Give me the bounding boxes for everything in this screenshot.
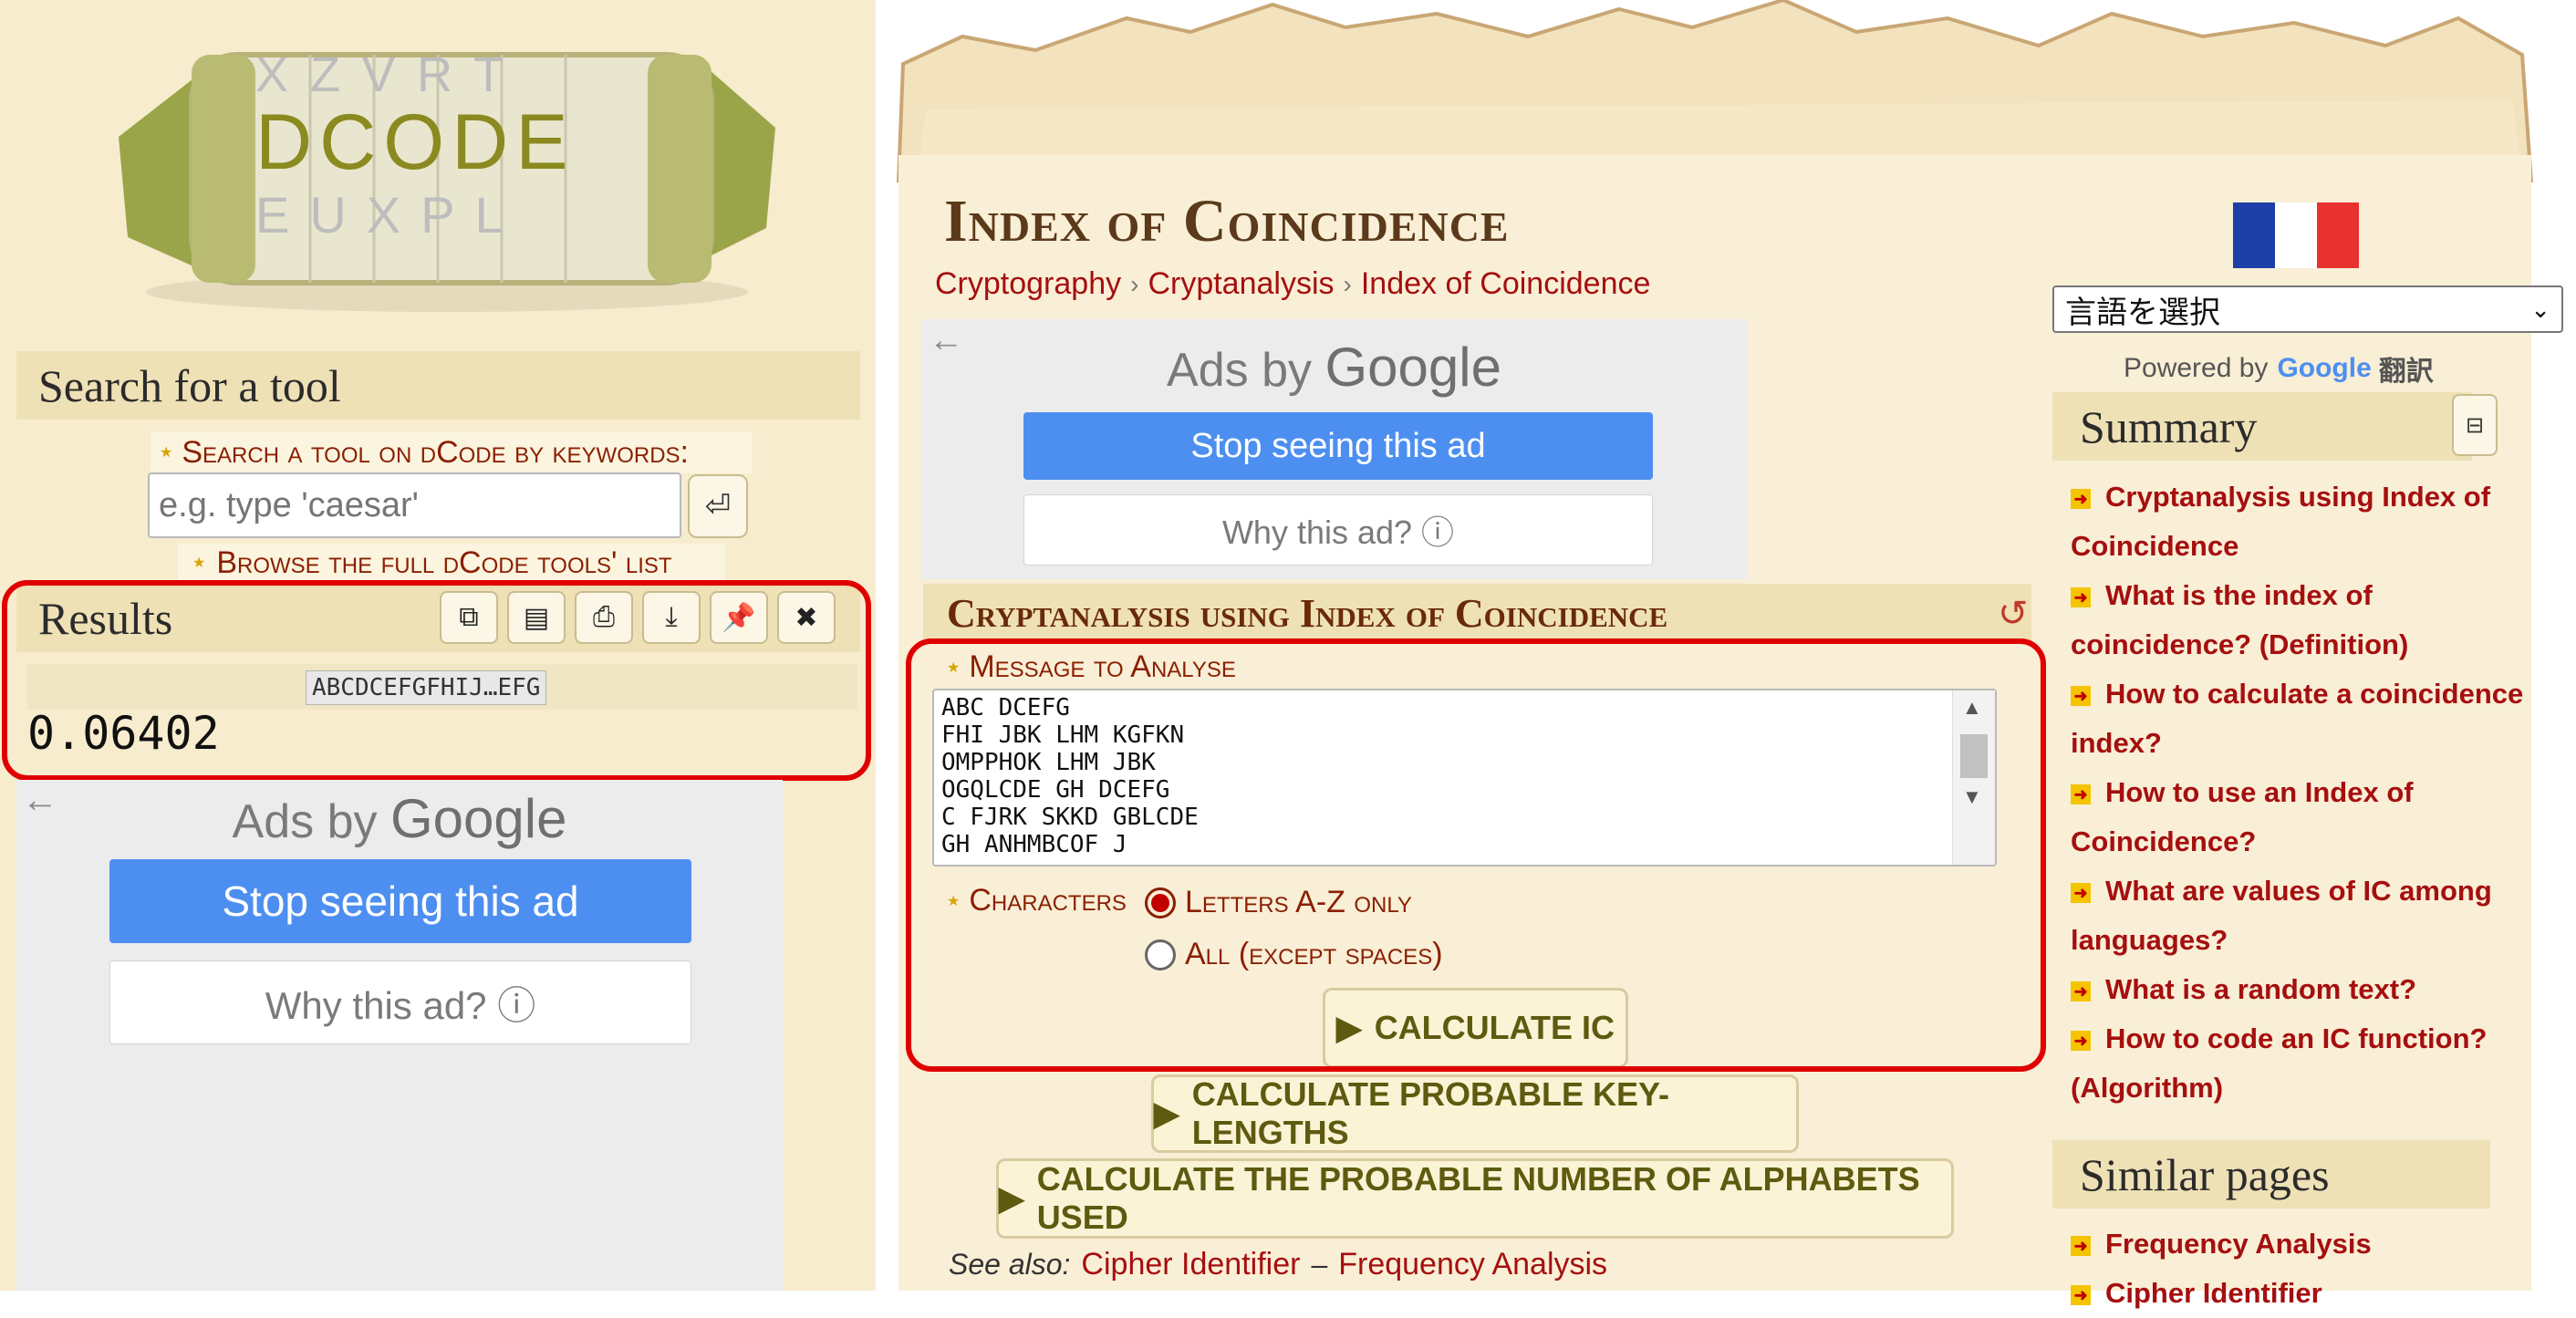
tool-section-title: Cryptanalysis using Index of Coincidence [947, 590, 1668, 636]
summary-item[interactable]: ➜ What is a random text? [2071, 965, 2527, 1014]
search-submit-button[interactable]: ⏎ [688, 474, 748, 538]
search-keyword-label: ★ Search a tool on dCode by keywords: [151, 431, 753, 473]
see-also-cipher-identifier[interactable]: Cipher Identifier [1081, 1247, 1300, 1282]
search-section-header: Search for a tool [16, 351, 860, 420]
calculate-alphabets-button[interactable]: ▶ CALCULATE THE PROBABLE NUMBER OF ALPHAB… [996, 1158, 1954, 1239]
main-ad: ← Ads by Google Stop seeing this ad Why … [921, 319, 1747, 579]
left-sidebar: XZVRT DCODE EUXPL Search for a tool ★ Se… [0, 0, 876, 1291]
play-icon: ▶ [1154, 1095, 1179, 1132]
dcode-logo[interactable]: XZVRT DCODE EUXPL [100, 18, 794, 319]
summary-item[interactable]: ➜ How to use an Index of Coincidence? [2071, 768, 2527, 867]
breadcrumb: Cryptography › Cryptanalysis › Index of … [935, 266, 1650, 302]
arrow-bullet-icon: ➜ [2071, 685, 2091, 706]
summary-item[interactable]: ➜ How to code an IC function? (Algorithm) [2071, 1014, 2527, 1113]
page-title: Index of Coincidence [944, 188, 1510, 254]
chevron-down-icon: ⌄ [2530, 295, 2550, 323]
see-also: See also: Cipher Identifier – Frequency … [949, 1247, 1608, 1282]
similar-page-item[interactable]: ➜ Frequency Analysis [2071, 1219, 2527, 1269]
similar-pages-header: Similar pages [2052, 1140, 2490, 1209]
tool-section-header: Cryptanalysis using Index of Coincidence [923, 584, 2031, 642]
logo-wheel-top: XZVRT [255, 47, 525, 102]
breadcrumb-separator: › [1130, 269, 1139, 298]
minimize-icon: ⊟ [2465, 412, 2485, 438]
similar-page-item[interactable]: ➜ Cipher Identifier [2071, 1269, 2527, 1318]
results-highlight-frame [2, 580, 871, 781]
see-also-frequency-analysis[interactable]: Frequency Analysis [1338, 1247, 1607, 1282]
browse-tools-link[interactable]: ★ Browse the full dCode tools' list [178, 544, 725, 582]
required-star-icon: ★ [160, 445, 173, 461]
ads-by-google-label: Ads by Google [232, 788, 567, 849]
breadcrumb-cryptography[interactable]: Cryptography [935, 266, 1121, 302]
breadcrumb-separator: › [1343, 269, 1352, 298]
arrow-bullet-icon: ➜ [2071, 1030, 2091, 1051]
summary-title: Summary [2080, 400, 2258, 452]
summary-item[interactable]: ➜ What are values of IC among languages? [2071, 867, 2527, 965]
summary-header: Summary [2052, 392, 2472, 461]
summary-item[interactable]: ➜ How to calculate a coincidence index? [2071, 669, 2527, 768]
arrow-bullet-icon: ➜ [2071, 1235, 2091, 1256]
similar-pages-title: Similar pages [2080, 1148, 2330, 1200]
ads-by-google-label: Ads by Google [1167, 337, 1501, 398]
collapse-summary-button[interactable]: ⊟ [2452, 394, 2498, 456]
enter-icon: ⏎ [704, 489, 732, 524]
similar-pages-list: ➜ Frequency Analysis ➜ Cipher Identifier [2071, 1219, 2527, 1318]
arrow-bullet-icon: ➜ [2071, 1284, 2091, 1305]
logo-wheel-bottom: EUXPL [255, 186, 524, 244]
star-icon: ★ [192, 555, 206, 571]
calculate-key-lengths-button[interactable]: ▶ CALCULATE PROBABLE KEY-LENGTHS [1151, 1074, 1799, 1153]
summary-list: ➜ Cryptanalysis using Index of Coincidenc… [2071, 472, 2527, 1113]
language-select[interactable]: 言語を選択 ⌄ [2052, 285, 2563, 333]
why-this-ad-button[interactable]: Why this ad? ⓘ [109, 960, 691, 1044]
play-icon: ▶ [999, 1179, 1024, 1217]
why-this-ad-button[interactable]: Why this ad? ⓘ [1023, 494, 1653, 566]
left-ad: ← Ads by Google Stop seeing this ad Why … [16, 780, 783, 1291]
stop-seeing-ad-button[interactable]: Stop seeing this ad [1023, 412, 1653, 480]
tool-highlight-frame [906, 638, 2046, 1072]
stop-seeing-ad-button[interactable]: Stop seeing this ad [109, 859, 691, 943]
arrow-bullet-icon: ➜ [2071, 882, 2091, 903]
search-section-title: Search for a tool [38, 359, 341, 411]
logo-text: DCODE [255, 99, 576, 186]
arrow-bullet-icon: ➜ [2071, 488, 2091, 509]
summary-item[interactable]: ➜ What is the index of coincidence? (Defi… [2071, 571, 2527, 669]
arrow-bullet-icon: ➜ [2071, 586, 2091, 607]
breadcrumb-cryptanalysis[interactable]: Cryptanalysis [1148, 266, 1334, 302]
arrow-bullet-icon: ➜ [2071, 981, 2091, 1001]
breadcrumb-index-of-coincidence[interactable]: Index of Coincidence [1361, 266, 1651, 302]
summary-item[interactable]: ➜ Cryptanalysis using Index of Coincidenc… [2071, 472, 2527, 571]
search-input[interactable] [148, 472, 681, 538]
reset-icon[interactable]: ↺ [1998, 593, 2029, 635]
powered-by-google-translate[interactable]: Powered by Google 翻訳 [2124, 348, 2434, 389]
french-flag-icon[interactable] [2233, 202, 2359, 268]
arrow-bullet-icon: ➜ [2071, 784, 2091, 804]
